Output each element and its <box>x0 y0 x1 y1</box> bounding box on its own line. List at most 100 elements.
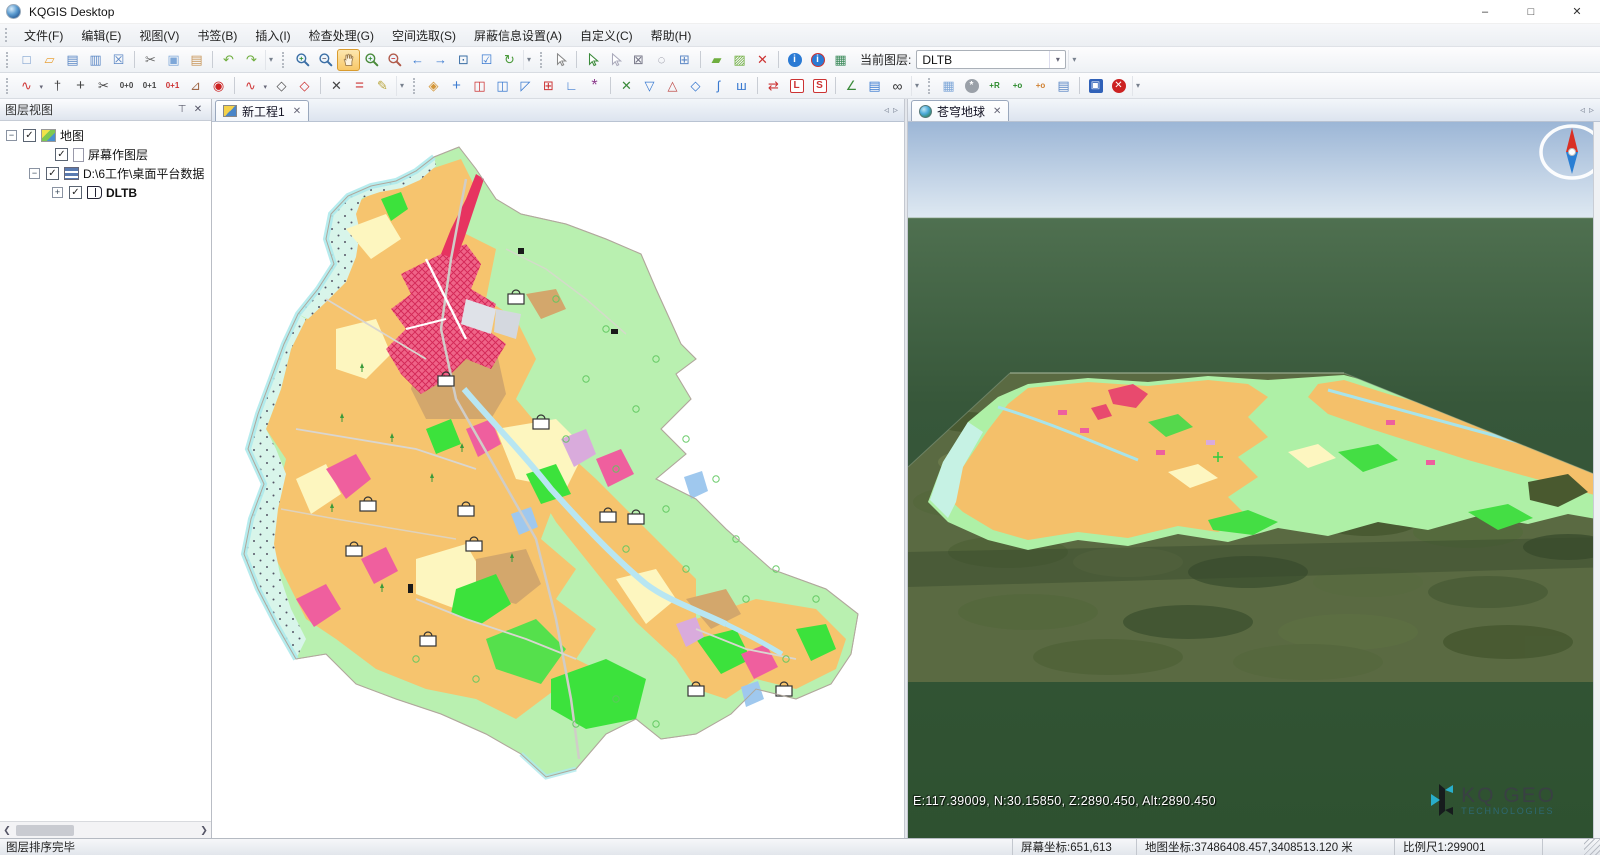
attribute-info-icon[interactable]: ▦ <box>829 49 852 71</box>
tree-expander-icon[interactable]: − <box>6 130 17 141</box>
layer-panel-hscrollbar[interactable]: ❮ ❯ <box>0 821 211 838</box>
region-hatch-icon[interactable]: ▨ <box>728 49 751 71</box>
draw-polyline-icon[interactable]: ∿▾ <box>15 75 38 97</box>
menu-item-9[interactable]: 帮助(H) <box>642 24 701 47</box>
identify-edit-icon[interactable]: i <box>806 49 829 71</box>
scrollbar-thumb[interactable] <box>16 825 74 836</box>
tab-close-icon[interactable]: ✕ <box>293 106 301 117</box>
import-database-icon[interactable]: ▤ <box>61 49 84 71</box>
record-feature-icon[interactable]: ◉ <box>207 75 230 97</box>
globe-tab-scroll-left-icon[interactable]: ◃ <box>1580 105 1585 116</box>
copy-icon[interactable]: ▣ <box>162 49 185 71</box>
stop-editing-icon[interactable]: ✕ <box>1107 75 1130 97</box>
scroll-right-icon[interactable]: ❯ <box>197 822 211 838</box>
sketch-polygon-icon[interactable]: ◇ <box>270 75 293 97</box>
dropdown-caret-icon[interactable]: ▾ <box>263 83 267 91</box>
rect-diagonal-icon[interactable]: ◸ <box>514 75 537 97</box>
form-view-icon[interactable]: ▤ <box>1052 75 1075 97</box>
menu-item-7[interactable]: 屏蔽信息设置(A) <box>465 24 571 47</box>
layer-row-1[interactable]: ✓屏幕作图层 <box>0 145 211 164</box>
zoom-in-icon[interactable]: + <box>291 49 314 71</box>
ruler-marks-icon[interactable]: ш <box>730 75 753 97</box>
explode-feature-icon[interactable]: * <box>583 75 606 97</box>
select-polygon-icon[interactable]: ◌ <box>650 49 673 71</box>
area-label-icon[interactable]: S <box>808 75 831 97</box>
trapezoid-tool-icon[interactable]: ⊿ <box>184 75 207 97</box>
trace-polyline-icon[interactable]: ∿▾ <box>239 75 262 97</box>
fixed-zoom-out-icon[interactable]: − <box>383 49 406 71</box>
offset-copy-icon[interactable]: ◫ <box>468 75 491 97</box>
pin-icon[interactable]: ⊤ <box>174 104 190 115</box>
snap-add-r-icon[interactable]: +R <box>983 75 1006 97</box>
select-tool-icon[interactable] <box>549 49 572 71</box>
identify-icon[interactable]: i <box>783 49 806 71</box>
map-canvas[interactable] <box>212 122 904 838</box>
menu-item-5[interactable]: 检查处理(G) <box>300 24 383 47</box>
delete-feature-icon[interactable]: ✕ <box>325 75 348 97</box>
fixed-zoom-in-icon[interactable]: + <box>360 49 383 71</box>
undo-icon[interactable]: ↶ <box>217 49 240 71</box>
minimize-button[interactable]: – <box>1462 0 1508 23</box>
toolbar-overflow-icon[interactable]: ▾ <box>396 76 407 96</box>
split-feature-icon[interactable]: ✂ <box>92 75 115 97</box>
row-table-icon[interactable]: ▤ <box>863 75 886 97</box>
globe-tab-scroll-right-icon[interactable]: ▹ <box>1589 105 1594 116</box>
menu-item-1[interactable]: 编辑(E) <box>72 24 130 47</box>
find-binoculars-icon[interactable]: ∞ <box>886 75 909 97</box>
refresh-map-icon[interactable]: ↻ <box>498 49 521 71</box>
menu-item-8[interactable]: 自定义(C) <box>571 24 642 47</box>
node-split-icon[interactable]: ✕ <box>615 75 638 97</box>
full-extent-icon[interactable]: ⊡ <box>452 49 475 71</box>
refresh-check-icon[interactable]: ☑ <box>475 49 498 71</box>
redo-icon[interactable]: ↷ <box>240 49 263 71</box>
tab-globe[interactable]: 苍穹地球 ✕ <box>911 100 1009 121</box>
toolbar-overflow-icon[interactable]: ▾ <box>1132 76 1143 96</box>
cut-icon[interactable]: ✂ <box>139 49 162 71</box>
measure-segment-icon[interactable]: ⇄ <box>762 75 785 97</box>
select-add-icon[interactable] <box>581 49 604 71</box>
parallel-tool-icon[interactable]: = <box>348 75 371 97</box>
previous-extent-icon[interactable]: ← <box>406 49 429 71</box>
scroll-left-icon[interactable]: ❮ <box>0 822 14 838</box>
snap-add-node-icon[interactable]: +o <box>1006 75 1029 97</box>
clear-selection-icon[interactable]: ✕ <box>751 49 774 71</box>
globe-canvas[interactable]: E:117.39009, N:30.15850, Z:2890.450, Alt… <box>908 122 1600 838</box>
maximize-button[interactable]: □ <box>1508 0 1554 23</box>
image-manager-icon[interactable]: ▦ <box>937 75 960 97</box>
toolbar-overflow-icon[interactable]: ▾ <box>265 50 276 70</box>
select-window-icon[interactable]: ⊞ <box>673 49 696 71</box>
tab-scroll-left-icon[interactable]: ◃ <box>884 105 889 116</box>
menu-item-6[interactable]: 空间选取(S) <box>383 24 465 47</box>
save-database-icon[interactable]: ▥ <box>84 49 107 71</box>
close-button[interactable]: ✕ <box>1554 0 1600 23</box>
resize-grip[interactable] <box>1584 839 1600 855</box>
tree-expander-icon[interactable]: + <box>52 187 63 198</box>
overlay-rectangles-icon[interactable]: ⊞ <box>537 75 560 97</box>
toolbar-overflow-icon[interactable]: ▾ <box>1068 50 1079 70</box>
select-region-icon[interactable]: ▰ <box>705 49 728 71</box>
panel-close-icon[interactable]: ✕ <box>190 104 206 115</box>
open-project-icon[interactable]: ▱ <box>38 49 61 71</box>
menu-item-2[interactable]: 视图(V) <box>130 24 188 47</box>
sketch-polygon-alt-icon[interactable]: ◇ <box>293 75 316 97</box>
vertex-0-1-icon[interactable]: 0+1 <box>138 75 161 97</box>
tab-scroll-right-icon[interactable]: ▹ <box>893 105 898 116</box>
snap-add-vertex-icon[interactable]: +o <box>1029 75 1052 97</box>
toolbar-overflow-icon[interactable]: ▾ <box>523 50 534 70</box>
settings-gear-icon[interactable]: * <box>960 75 983 97</box>
tree-expander-icon[interactable]: − <box>29 168 40 179</box>
move-view-icon[interactable]: + <box>445 75 468 97</box>
layer-row-3[interactable]: +✓DLTB <box>0 183 211 202</box>
diamond-tool-icon[interactable]: ◇ <box>684 75 707 97</box>
menu-item-4[interactable]: 插入(I) <box>246 24 299 47</box>
layer-visibility-checkbox[interactable]: ✓ <box>46 167 59 180</box>
vertex-0-1-new-icon[interactable]: 0+1 <box>161 75 184 97</box>
toolbar-overflow-icon[interactable]: ▾ <box>911 76 922 96</box>
new-document-icon[interactable]: □ <box>15 49 38 71</box>
zoom-out-icon[interactable]: − <box>314 49 337 71</box>
globe-right-scroll-strip[interactable] <box>1593 122 1600 838</box>
dropdown-caret-icon[interactable]: ▾ <box>39 83 43 91</box>
sweep-tool-icon[interactable]: ✎ <box>371 75 394 97</box>
layer-visibility-checkbox[interactable]: ✓ <box>69 186 82 199</box>
pin-node-icon[interactable]: ʃ <box>707 75 730 97</box>
